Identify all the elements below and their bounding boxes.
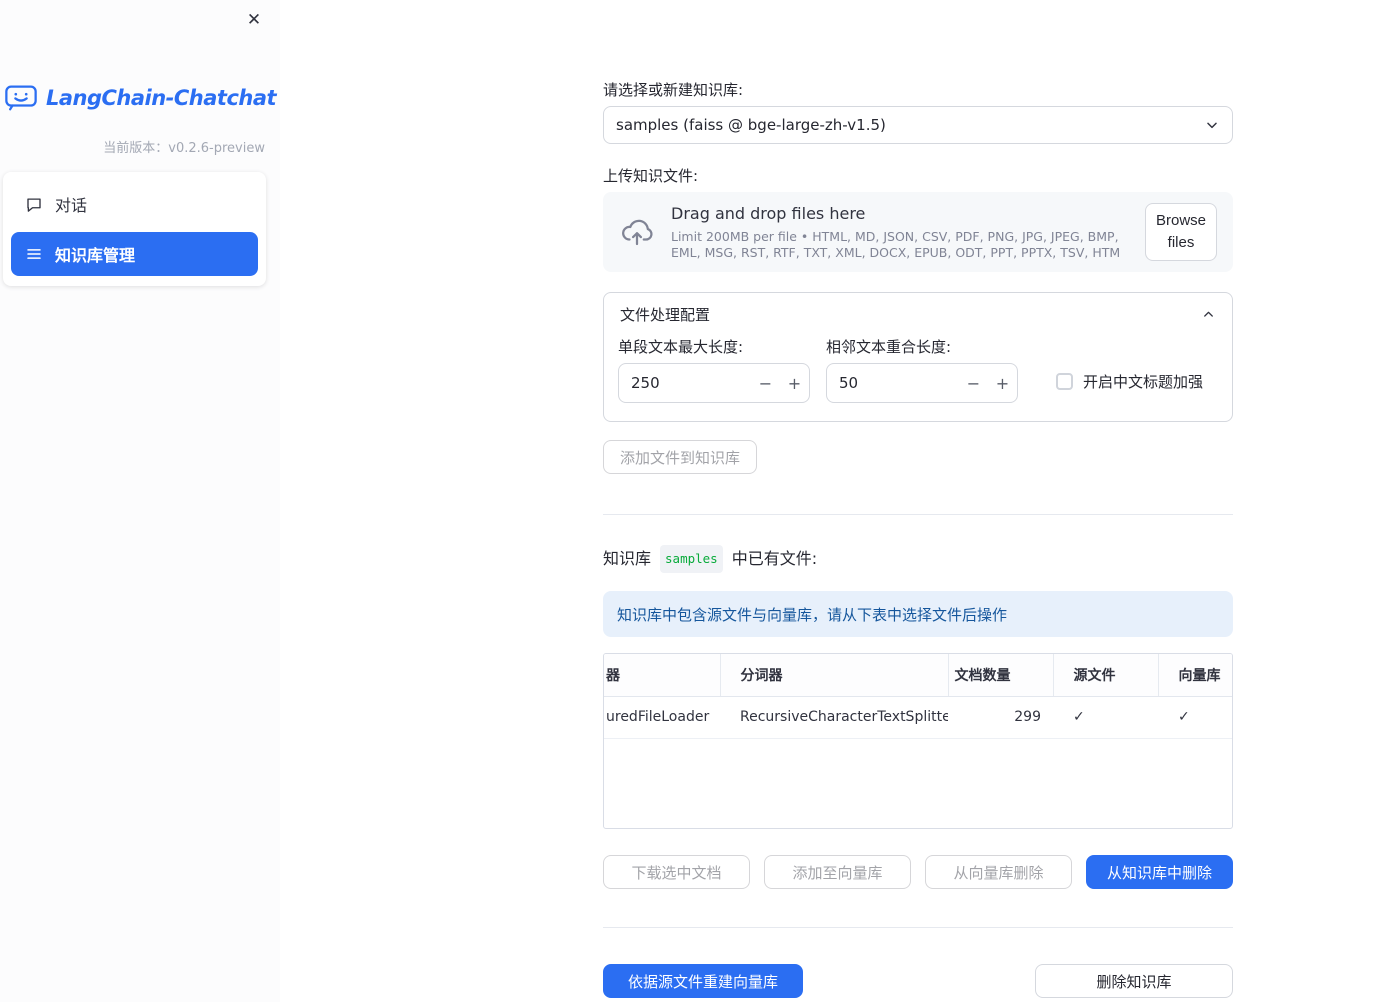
chat-bubble-icon	[25, 195, 43, 213]
delete-kb-button[interactable]: 删除知识库	[1035, 964, 1233, 998]
zh-title-enhance-checkbox-row[interactable]: 开启中文标题加强	[1056, 371, 1203, 392]
cell-vector-store-check: ✓	[1158, 696, 1232, 739]
list-icon	[25, 245, 43, 263]
dropzone-text: Drag and drop files here Limit 200MB per…	[671, 204, 1129, 261]
kb-select-label: 请选择或新建知识库:	[603, 81, 744, 99]
chunk-size-label: 单段文本最大长度:	[618, 338, 744, 356]
dropzone-limit: Limit 200MB per file • HTML, MD, JSON, C…	[671, 228, 1121, 260]
zh-title-enhance-checkbox[interactable]	[1056, 373, 1073, 390]
file-dropzone[interactable]: Drag and drop files here Limit 200MB per…	[603, 192, 1233, 272]
kb-bottom-actions: 依据源文件重建向量库 删除知识库	[603, 964, 1233, 998]
existing-files-prefix: 知识库	[603, 549, 652, 568]
cell-doc-count: 299	[948, 696, 1053, 739]
chunk-size-decrement-button[interactable]: −	[751, 364, 780, 402]
sidebar-item-knowledge-base-label: 知识库管理	[55, 246, 136, 265]
file-config-expander: 文件处理配置 单段文本最大长度: 250 − + 相邻文本重合长度: 50 − …	[603, 292, 1233, 422]
chunk-size-increment-button[interactable]: +	[780, 364, 809, 402]
kb-name-code: samples	[660, 545, 723, 573]
delete-from-vector-store-button[interactable]: 从向量库删除	[925, 855, 1072, 889]
add-files-to-kb-button[interactable]: 添加文件到知识库	[603, 440, 758, 474]
divider	[603, 927, 1233, 928]
sidebar-item-knowledge-base[interactable]: 知识库管理	[11, 232, 258, 276]
chunk-size-field: 单段文本最大长度: 250 − +	[618, 337, 810, 403]
overlap-size-increment-button[interactable]: +	[988, 364, 1017, 402]
cell-splitter: RecursiveCharacterTextSplitter	[720, 696, 948, 739]
file-actions-row: 下载选中文档 添加至向量库 从向量库删除 从知识库中删除	[603, 855, 1233, 889]
overlap-size-field: 相邻文本重合长度: 50 − +	[826, 337, 1018, 403]
kb-files-table: 器 分词器 文档数量 源文件 向量库 uredFileLoader Recurs…	[603, 653, 1233, 829]
kb-select-value: samples (faiss @ bge-large-zh-v1.5)	[616, 116, 886, 134]
chunk-size-value: 250	[631, 374, 660, 392]
sidebar-item-chat[interactable]: 对话	[11, 182, 258, 226]
kb-select[interactable]: samples (faiss @ bge-large-zh-v1.5)	[603, 106, 1233, 144]
zh-title-enhance-label: 开启中文标题加强	[1083, 373, 1204, 391]
file-config-expander-header[interactable]: 文件处理配置	[604, 293, 1232, 335]
file-config-title: 文件处理配置	[620, 305, 711, 324]
main-content: 请选择或新建知识库: samples (faiss @ bge-large-zh…	[280, 0, 1380, 1002]
overlap-size-decrement-button[interactable]: −	[959, 364, 988, 402]
add-to-vector-store-button[interactable]: 添加至向量库	[764, 855, 911, 889]
browse-files-button[interactable]: Browse files	[1145, 203, 1217, 261]
sidebar: ✕ LangChain-Chatchat 当前版本：v0.2.6-preview…	[0, 0, 280, 1002]
column-header-vector-store[interactable]: 向量库	[1158, 654, 1232, 697]
cell-source-file-check: ✓	[1053, 696, 1158, 739]
chevron-down-icon	[1204, 117, 1220, 133]
existing-files-suffix: 中已有文件:	[731, 549, 818, 568]
overlap-size-input[interactable]: 50 − +	[826, 363, 1018, 403]
upload-label: 上传知识文件:	[603, 167, 699, 185]
overlap-size-value: 50	[839, 374, 859, 392]
column-header-doc-count[interactable]: 文档数量	[948, 654, 1054, 697]
chunk-size-input[interactable]: 250 − +	[618, 363, 810, 403]
column-header-loader[interactable]: 器	[604, 654, 721, 697]
table-row[interactable]: uredFileLoader RecursiveCharacterTextSpl…	[604, 696, 1232, 739]
cloud-upload-icon	[619, 214, 655, 250]
kb-info-text: 知识库中包含源文件与向量库，请从下表中选择文件后操作	[617, 605, 1008, 624]
version-label: 当前版本：v0.2.6-preview	[103, 141, 265, 156]
existing-files-heading: 知识库 samples 中已有文件:	[603, 545, 1233, 573]
app-title: LangChain-Chatchat	[45, 85, 277, 110]
delete-from-kb-button[interactable]: 从知识库中删除	[1086, 855, 1233, 889]
sidebar-close-icon[interactable]: ✕	[242, 8, 266, 32]
logo-chat-icon	[4, 84, 38, 111]
column-header-source-file[interactable]: 源文件	[1053, 654, 1159, 697]
table-header-row: 器 分词器 文档数量 源文件 向量库	[604, 654, 1232, 697]
overlap-size-label: 相邻文本重合长度:	[826, 338, 952, 356]
kb-info-banner: 知识库中包含源文件与向量库，请从下表中选择文件后操作	[603, 591, 1233, 637]
divider	[603, 514, 1233, 515]
sidebar-item-chat-label: 对话	[55, 196, 88, 215]
app-logo: LangChain-Chatchat	[0, 84, 280, 111]
cell-loader: uredFileLoader	[604, 696, 720, 739]
sidebar-menu: 对话 知识库管理	[3, 172, 266, 286]
download-selected-button[interactable]: 下载选中文档	[603, 855, 750, 889]
rebuild-vector-store-button[interactable]: 依据源文件重建向量库	[603, 964, 803, 998]
dropzone-title: Drag and drop files here	[671, 203, 866, 223]
column-header-splitter[interactable]: 分词器	[720, 654, 949, 697]
chevron-up-icon	[1201, 307, 1216, 322]
